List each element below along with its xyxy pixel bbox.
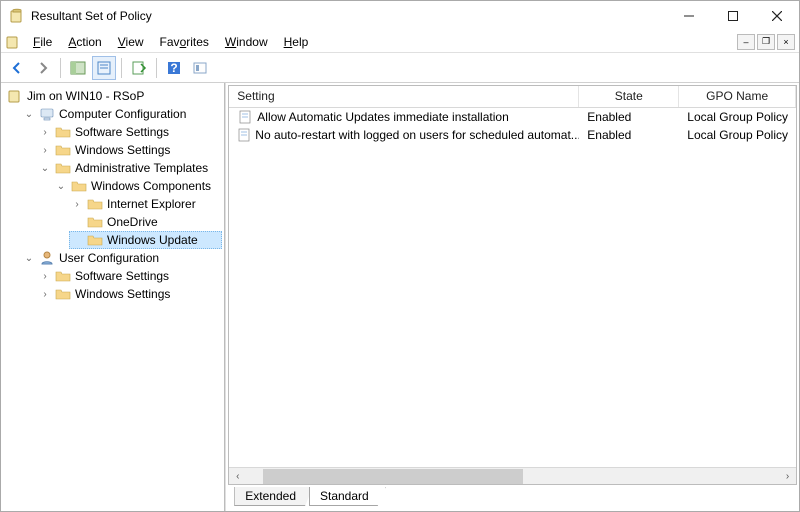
tree-windows-components[interactable]: ⌄ Windows Components (53, 177, 222, 195)
export-list-button[interactable] (127, 56, 151, 80)
chevron-down-icon[interactable]: ⌄ (39, 162, 51, 174)
cell-state: Enabled (579, 127, 679, 143)
menu-help[interactable]: Help (276, 33, 317, 51)
list-body[interactable]: Allow Automatic Updates immediate instal… (229, 108, 796, 467)
chevron-right-icon[interactable]: › (71, 198, 83, 210)
tree-software-settings[interactable]: › Software Settings (37, 123, 222, 141)
filter-button[interactable] (188, 56, 212, 80)
menu-favorites[interactable]: Favorites (152, 33, 217, 51)
properties-button[interactable] (92, 56, 116, 80)
tree-internet-explorer[interactable]: › Internet Explorer (69, 195, 222, 213)
tab-standard[interactable]: Standard (309, 487, 386, 506)
folder-icon (55, 286, 71, 302)
toolbar-separator-2 (121, 58, 122, 78)
toolbar-separator (60, 58, 61, 78)
chevron-right-icon[interactable]: › (39, 144, 51, 156)
tree-user-configuration[interactable]: ⌄ User Configuration (21, 249, 222, 267)
menu-file[interactable]: File (25, 33, 60, 51)
mdi-controls: – ❐ × (735, 34, 795, 50)
list-row[interactable]: No auto-restart with logged on users for… (229, 126, 796, 144)
rsop-icon (7, 88, 23, 104)
cell-setting: No auto-restart with logged on users for… (255, 128, 579, 142)
column-gpo-name[interactable]: GPO Name (679, 86, 796, 107)
policy-icon (237, 127, 251, 143)
tree-user-windows-settings[interactable]: › Windows Settings (37, 285, 222, 303)
tree-pane[interactable]: Jim on WIN10 - RSoP ⌄ Computer Configura… (1, 83, 225, 511)
folder-icon (87, 214, 103, 230)
horizontal-scrollbar[interactable]: ‹ › (229, 467, 796, 484)
folder-icon (87, 196, 103, 212)
scroll-thumb[interactable] (263, 469, 523, 484)
forward-button[interactable] (31, 56, 55, 80)
policy-icon (237, 109, 253, 125)
folder-icon (87, 232, 103, 248)
folder-icon (55, 160, 71, 176)
cell-gpo: Local Group Policy (679, 127, 796, 143)
tab-extended[interactable]: Extended (234, 487, 313, 506)
chevron-right-icon[interactable]: › (39, 126, 51, 138)
chevron-down-icon[interactable]: ⌄ (55, 180, 67, 192)
mdi-minimize-button[interactable]: – (737, 34, 755, 50)
mdi-close-button[interactable]: × (777, 34, 795, 50)
tree-windows-settings[interactable]: › Windows Settings (37, 141, 222, 159)
settings-list: Setting State GPO Name Allow Automatic U… (228, 85, 797, 485)
folder-icon (71, 178, 87, 194)
view-tabs: Extended Standard (228, 487, 797, 509)
back-button[interactable] (5, 56, 29, 80)
list-header: Setting State GPO Name (229, 86, 796, 108)
chevron-down-icon[interactable]: ⌄ (23, 108, 35, 120)
toolbar: ? (1, 53, 799, 83)
menu-window[interactable]: Window (217, 33, 276, 51)
scroll-left-icon[interactable]: ‹ (229, 468, 246, 485)
titlebar: Resultant Set of Policy (1, 1, 799, 31)
content-pane: Setting State GPO Name Allow Automatic U… (225, 83, 799, 511)
folder-icon (55, 124, 71, 140)
menu-view[interactable]: View (110, 33, 152, 51)
list-row[interactable]: Allow Automatic Updates immediate instal… (229, 108, 796, 126)
cell-gpo: Local Group Policy (679, 109, 796, 125)
minimize-button[interactable] (667, 1, 711, 31)
column-state[interactable]: State (579, 86, 679, 107)
column-setting[interactable]: Setting (229, 86, 579, 107)
tree-user-software-settings[interactable]: › Software Settings (37, 267, 222, 285)
cell-state: Enabled (579, 109, 679, 125)
tree-computer-configuration[interactable]: ⌄ Computer Configuration (21, 105, 222, 123)
help-button[interactable]: ? (162, 56, 186, 80)
chevron-down-icon[interactable]: ⌄ (23, 252, 35, 264)
tree-onedrive[interactable]: OneDrive (69, 213, 222, 231)
svg-text:?: ? (170, 61, 177, 75)
maximize-button[interactable] (711, 1, 755, 31)
tree-root[interactable]: Jim on WIN10 - RSoP (5, 87, 222, 105)
computer-icon (39, 106, 55, 122)
toolbar-separator-3 (156, 58, 157, 78)
mdi-icon (5, 34, 21, 50)
scroll-right-icon[interactable]: › (779, 468, 796, 485)
window-title: Resultant Set of Policy (31, 9, 152, 23)
rsop-window: Resultant Set of Policy File Action View… (0, 0, 800, 512)
folder-icon (55, 268, 71, 284)
show-hide-tree-button[interactable] (66, 56, 90, 80)
chevron-right-icon[interactable]: › (39, 288, 51, 300)
tree-root-label: Jim on WIN10 - RSoP (27, 89, 144, 103)
folder-icon (55, 142, 71, 158)
chevron-right-icon[interactable]: › (39, 270, 51, 282)
menubar: File Action View Favorites Window Help –… (1, 31, 799, 53)
tree-administrative-templates[interactable]: ⌄ Administrative Templates (37, 159, 222, 177)
close-button[interactable] (755, 1, 799, 31)
cell-setting: Allow Automatic Updates immediate instal… (257, 110, 508, 124)
app-icon (9, 8, 25, 24)
body: Jim on WIN10 - RSoP ⌄ Computer Configura… (1, 83, 799, 511)
user-icon (39, 250, 55, 266)
mdi-restore-button[interactable]: ❐ (757, 34, 775, 50)
tree-windows-update[interactable]: Windows Update (69, 231, 222, 249)
menu-action[interactable]: Action (60, 33, 109, 51)
